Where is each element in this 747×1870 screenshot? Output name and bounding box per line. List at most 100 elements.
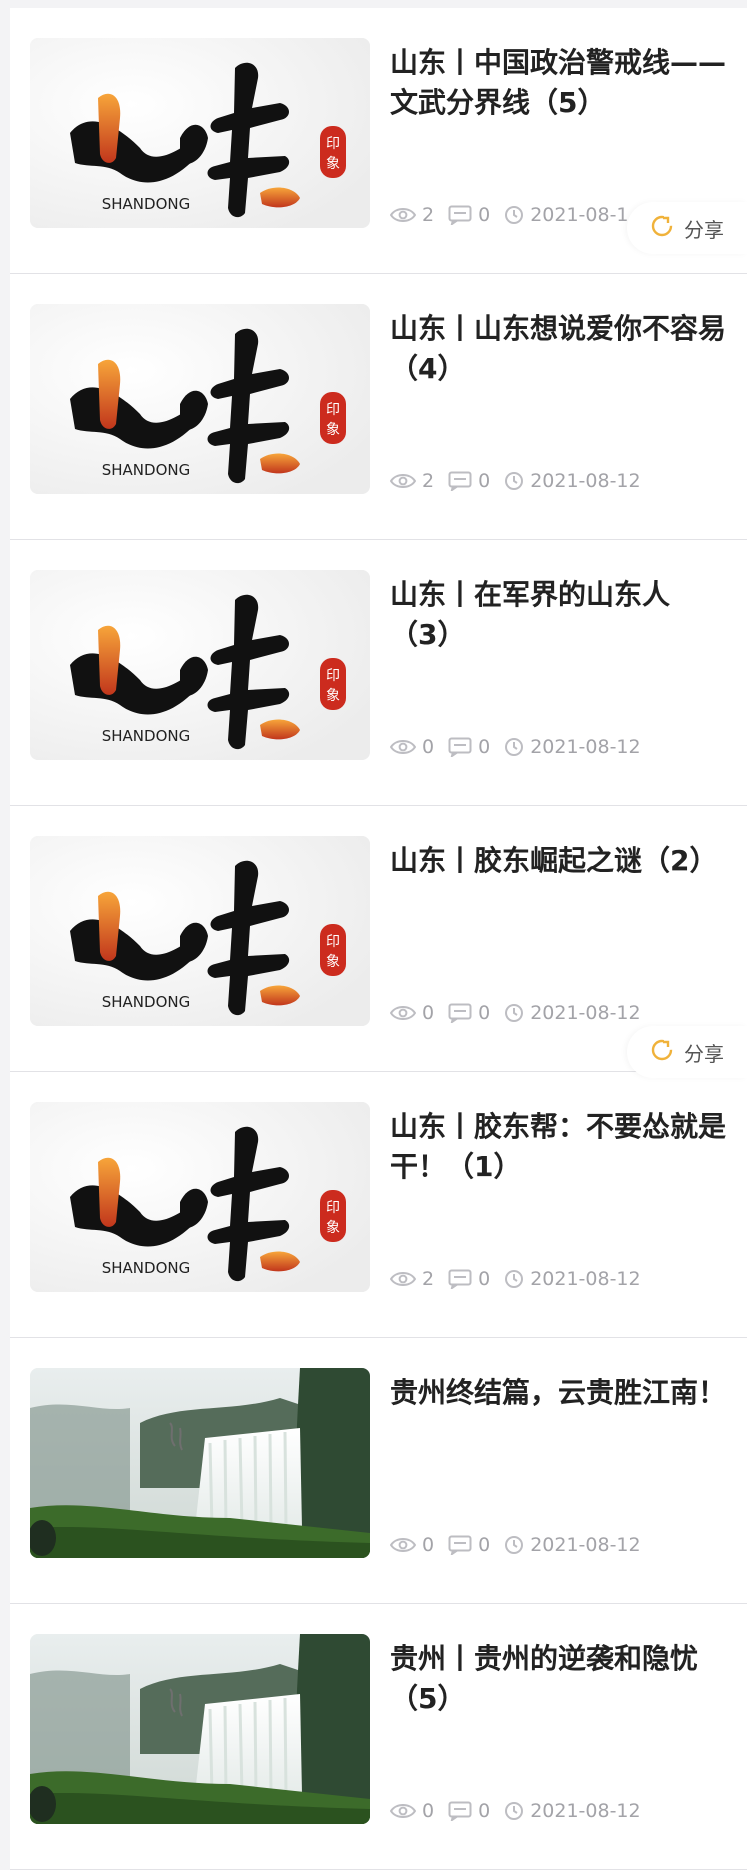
article-title[interactable]: 山东丨在军界的山东人（3） [390, 575, 730, 655]
article-thumbnail[interactable]: 印 象 SHANDONG [30, 38, 370, 228]
clock-icon [504, 737, 524, 757]
comment-icon [448, 1535, 472, 1555]
eye-icon [390, 206, 416, 224]
article-meta: 0 0 2021-08-12 [390, 1532, 641, 1558]
view-count: 2 [390, 470, 434, 492]
view-count: 0 [390, 1800, 434, 1822]
publish-date: 2021-08-12 [504, 1534, 641, 1556]
view-count-value: 0 [422, 1800, 435, 1822]
clock-icon [504, 1801, 524, 1821]
share-label: 分享 [684, 1041, 724, 1066]
eye-icon [390, 472, 416, 490]
shandong-label: SHANDONG [102, 195, 190, 213]
article-list-screen: 印 象 SHANDONG 山东丨中国政治警戒线——文武分界线（5） 2 0 20… [0, 0, 747, 1870]
publish-date-value: 2021-08-12 [530, 736, 641, 758]
article-thumbnail[interactable]: 印 象 SHANDONG [30, 836, 370, 1026]
publish-date: 2021-08-12 [504, 1002, 641, 1024]
shandong-label: SHANDONG [102, 1259, 190, 1277]
article-thumbnail[interactable]: 印 象 SHANDONG [30, 570, 370, 760]
publish-date-value: 2021-08-12 [530, 470, 641, 492]
comment-icon [448, 1801, 472, 1821]
comment-count: 0 [448, 736, 490, 758]
comment-count: 0 [448, 204, 490, 226]
publish-date-value: 2021-08-1 [530, 204, 629, 226]
shandong-label: SHANDONG [102, 993, 190, 1011]
publish-date-value: 2021-08-12 [530, 1268, 641, 1290]
article-meta: 2 0 2021-08-1 [390, 202, 629, 228]
comment-count: 0 [448, 1002, 490, 1024]
comment-count: 0 [448, 1268, 490, 1290]
comment-count-value: 0 [478, 1002, 491, 1024]
comment-count-value: 0 [478, 1534, 491, 1556]
comment-count-value: 0 [478, 1800, 491, 1822]
seal-char-1: 印 [326, 668, 340, 684]
view-count-value: 2 [422, 204, 435, 226]
view-count: 2 [390, 204, 434, 226]
article-title[interactable]: 山东丨中国政治警戒线——文武分界线（5） [390, 43, 730, 123]
clock-icon [504, 1269, 524, 1289]
comment-count: 0 [448, 1534, 490, 1556]
article-card[interactable]: 印 象 SHANDONG 山东丨山东想说爱你不容易（4） 2 0 2021-08… [10, 274, 747, 540]
view-count-value: 2 [422, 470, 435, 492]
share-button[interactable]: 分享 [627, 1026, 747, 1078]
article-title[interactable]: 山东丨胶东崛起之谜（2） [390, 841, 730, 881]
article-thumbnail[interactable] [30, 1634, 370, 1824]
eye-icon [390, 738, 416, 756]
eye-icon [390, 1536, 416, 1554]
view-count-value: 0 [422, 1002, 435, 1024]
article-thumbnail[interactable]: 印 象 SHANDONG [30, 1102, 370, 1292]
article-title[interactable]: 山东丨胶东帮：不要怂就是干！（1） [390, 1107, 730, 1187]
seal-char-2: 象 [326, 156, 340, 172]
article-meta: 2 0 2021-08-12 [390, 1266, 641, 1292]
comment-icon [448, 471, 472, 491]
seal-char-1: 印 [326, 1200, 340, 1216]
article-meta: 2 0 2021-08-12 [390, 468, 641, 494]
eye-icon [390, 1270, 416, 1288]
seal-char-2: 象 [326, 954, 340, 970]
eye-icon [390, 1004, 416, 1022]
seal-char-2: 象 [326, 422, 340, 438]
publish-date: 2021-08-12 [504, 1268, 641, 1290]
view-count: 2 [390, 1268, 434, 1290]
article-thumbnail[interactable]: 印 象 SHANDONG [30, 304, 370, 494]
share-button[interactable]: 分享 [627, 202, 747, 254]
comment-count-value: 0 [478, 1268, 491, 1290]
share-icon [650, 214, 674, 243]
eye-icon [390, 1802, 416, 1820]
publish-date: 2021-08-12 [504, 736, 641, 758]
publish-date-value: 2021-08-12 [530, 1800, 641, 1822]
publish-date: 2021-08-12 [504, 470, 641, 492]
article-card[interactable]: 印 象 SHANDONG 山东丨在军界的山东人（3） 0 0 2021-08-1… [10, 540, 747, 806]
publish-date-value: 2021-08-12 [530, 1534, 641, 1556]
article-card[interactable]: 贵州丨贵州的逆袭和隐忧（5） 0 0 2021-08-12 [10, 1604, 747, 1870]
comment-count: 0 [448, 470, 490, 492]
comment-icon [448, 737, 472, 757]
shandong-label: SHANDONG [102, 727, 190, 745]
article-card[interactable]: 印 象 SHANDONG 山东丨胶东帮：不要怂就是干！（1） 2 0 2021-… [10, 1072, 747, 1338]
shandong-label: SHANDONG [102, 461, 190, 479]
article-list: 印 象 SHANDONG 山东丨中国政治警戒线——文武分界线（5） 2 0 20… [10, 8, 747, 1870]
article-title[interactable]: 山东丨山东想说爱你不容易（4） [390, 309, 730, 389]
comment-count-value: 0 [478, 204, 491, 226]
publish-date: 2021-08-1 [504, 204, 629, 226]
comment-count-value: 0 [478, 470, 491, 492]
seal-char-2: 象 [326, 1220, 340, 1236]
article-card[interactable]: 贵州终结篇，云贵胜江南！ 0 0 2021-08-12 [10, 1338, 747, 1604]
article-title[interactable]: 贵州终结篇，云贵胜江南！ [390, 1373, 730, 1413]
seal-char-2: 象 [326, 688, 340, 704]
clock-icon [504, 205, 524, 225]
seal-char-1: 印 [326, 934, 340, 950]
clock-icon [504, 1535, 524, 1555]
seal-char-1: 印 [326, 402, 340, 418]
article-thumbnail[interactable] [30, 1368, 370, 1558]
view-count-value: 0 [422, 736, 435, 758]
article-meta: 0 0 2021-08-12 [390, 1798, 641, 1824]
comment-count: 0 [448, 1800, 490, 1822]
publish-date-value: 2021-08-12 [530, 1002, 641, 1024]
view-count-value: 0 [422, 1534, 435, 1556]
article-title[interactable]: 贵州丨贵州的逆袭和隐忧（5） [390, 1639, 730, 1719]
article-meta: 0 0 2021-08-12 [390, 1000, 641, 1026]
view-count-value: 2 [422, 1268, 435, 1290]
clock-icon [504, 471, 524, 491]
share-icon [650, 1038, 674, 1067]
